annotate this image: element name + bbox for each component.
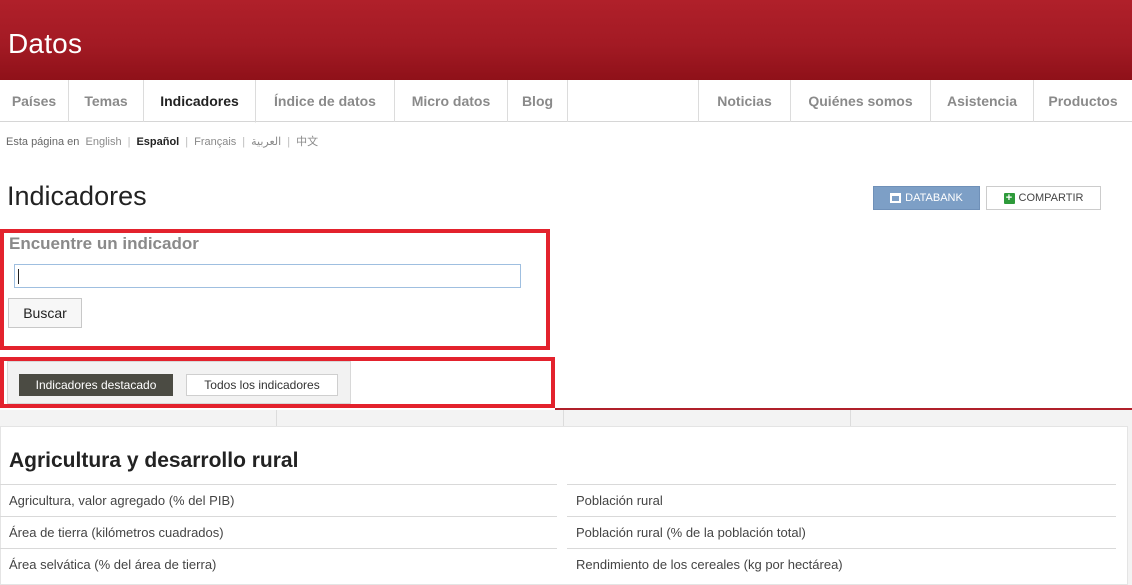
tab-all-indicators[interactable]: Todos los indicadores <box>186 374 338 396</box>
search-title: Encuentre un indicador <box>9 234 199 253</box>
share-button[interactable]: + COMPARTIR <box>986 186 1101 210</box>
share-label: COMPARTIR <box>1018 192 1084 204</box>
language-separator: | <box>185 136 189 148</box>
nav-item-micro-datos[interactable]: Micro datos <box>395 80 508 122</box>
nav-item-asistencia[interactable]: Asistencia <box>931 80 1034 122</box>
main-nav: Países Temas Indicadores Índice de datos… <box>0 80 1132 123</box>
section-title: Agricultura y desarrollo rural <box>9 449 299 472</box>
language-espanol[interactable]: Español <box>136 136 179 148</box>
nav-item-temas[interactable]: Temas <box>69 80 144 122</box>
databank-button[interactable]: DATABANK <box>873 186 980 210</box>
language-separator: | <box>127 136 131 148</box>
nav-item-noticias[interactable]: Noticias <box>699 80 791 122</box>
page-title: Indicadores <box>7 181 147 211</box>
nav-item-indicadores[interactable]: Indicadores <box>144 80 256 123</box>
nav-item-indice-de-datos[interactable]: Índice de datos <box>256 80 395 122</box>
nav-item-productos[interactable]: Productos <box>1034 80 1132 122</box>
databank-label: DATABANK <box>905 192 963 204</box>
indicator-link[interactable]: Agricultura, valor agregado (% del PIB) <box>0 484 557 516</box>
site-brand[interactable]: Datos <box>8 28 82 60</box>
language-chinese[interactable]: 中文 <box>296 133 318 149</box>
plus-icon: + <box>1003 192 1015 204</box>
section-divider <box>555 408 1132 410</box>
indicator-link[interactable]: Rendimiento de los cereales (kg por hect… <box>567 548 1116 580</box>
search-button[interactable]: Buscar <box>8 298 82 328</box>
language-english[interactable]: English <box>86 136 122 148</box>
language-separator: | <box>287 136 291 148</box>
nav-item-blog[interactable]: Blog <box>508 80 568 122</box>
language-separator: | <box>242 136 246 148</box>
indicator-link[interactable]: Población rural (% de la población total… <box>567 516 1116 548</box>
language-francais[interactable]: Français <box>194 136 236 148</box>
indicator-link[interactable]: Área de tierra (kilómetros cuadrados) <box>0 516 557 548</box>
column-divider <box>276 410 277 426</box>
indicator-link[interactable]: Área selvática (% del área de tierra) <box>0 548 557 580</box>
column-divider <box>850 410 851 426</box>
language-arabic[interactable]: العربية <box>251 135 281 148</box>
nav-item-paises[interactable]: Países <box>0 80 69 122</box>
column-divider <box>563 410 564 426</box>
language-bar: Esta página en English | Español | Français |… <box>6 133 318 149</box>
nav-item-quienes-somos[interactable]: Quiénes somos <box>791 80 931 122</box>
site-header: Datos <box>0 0 1132 80</box>
nav-spacer <box>568 80 699 122</box>
chart-icon <box>890 193 902 203</box>
text-cursor <box>18 269 19 284</box>
search-input[interactable] <box>14 264 521 288</box>
indicator-link[interactable]: Población rural <box>567 484 1116 516</box>
tab-featured-indicators[interactable]: Indicadores destacado <box>19 374 173 396</box>
language-prefix: Esta página en <box>6 136 80 148</box>
